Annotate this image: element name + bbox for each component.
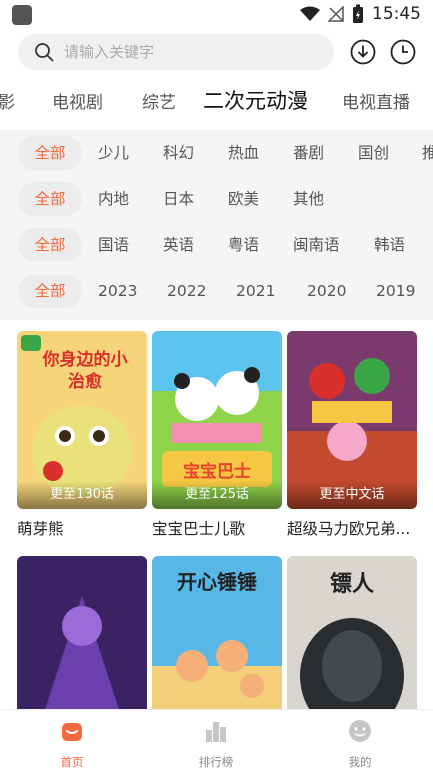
year-chip[interactable]: 2020 — [307, 274, 346, 308]
year-filter-row: 全部 2023 2022 2021 2020 2019 — [0, 274, 433, 310]
video-card[interactable] — [17, 556, 147, 710]
video-card[interactable]: 你身边的小治愈 更至130话 萌芽熊 — [17, 331, 147, 539]
wifi-icon — [300, 6, 320, 21]
poster-art-dark-fantasy — [17, 556, 147, 710]
language-chip[interactable]: 韩语 — [374, 228, 405, 262]
search-icon — [35, 43, 54, 62]
ranking-icon — [206, 722, 226, 742]
episode-caption: 更至125话 — [152, 481, 282, 509]
video-poster[interactable] — [17, 556, 147, 710]
region-chip[interactable]: 其他 — [293, 182, 324, 216]
poster-art-title: 镖人 — [329, 572, 374, 597]
category-tabs: 影 电视剧 综艺 二次元动漫 电视直播 — [0, 80, 433, 124]
genre-filter-row: 全部 少儿 科幻 热血 番剧 国创 推 — [0, 136, 433, 172]
download-icon[interactable] — [350, 39, 376, 65]
content-grid: 你身边的小治愈 更至130话 萌芽熊 宝宝巴士 更至125话 宝宝巴士儿歌 更至… — [0, 320, 433, 710]
genre-chip-all[interactable]: 全部 — [18, 136, 82, 170]
search-box[interactable] — [18, 34, 334, 70]
video-poster[interactable]: 镖人 — [287, 556, 417, 710]
nav-label: 我的 — [348, 755, 372, 769]
genre-chip[interactable]: 热血 — [228, 136, 259, 170]
poster-art-title: 宝宝巴士 — [183, 462, 251, 482]
status-indicators: 15:45 — [300, 4, 421, 24]
app-notification-icon — [12, 5, 32, 25]
home-icon — [62, 723, 82, 741]
nav-label: 排行榜 — [198, 755, 234, 769]
tab-variety[interactable]: 综艺 — [142, 88, 176, 113]
genre-chip[interactable]: 番剧 — [293, 136, 324, 170]
search-input[interactable] — [64, 34, 324, 70]
no-signal-icon — [328, 6, 344, 22]
profile-icon — [349, 720, 371, 742]
language-chip-all[interactable]: 全部 — [18, 228, 82, 262]
video-card[interactable]: 开心锤锤 — [152, 556, 282, 710]
genre-chip[interactable]: 少儿 — [98, 136, 129, 170]
card-title: 超级马力欧兄弟... — [287, 520, 411, 538]
search-row — [0, 34, 433, 70]
language-chip[interactable]: 闽南语 — [293, 228, 340, 262]
status-time: 15:45 — [372, 4, 421, 24]
language-chip[interactable]: 粤语 — [228, 228, 259, 262]
video-poster[interactable]: 你身边的小治愈 更至130话 — [17, 331, 147, 509]
poster-art-title: 开心锤锤 — [177, 570, 257, 594]
year-chip-all[interactable]: 全部 — [18, 274, 82, 308]
year-chip[interactable]: 2023 — [98, 274, 137, 308]
year-chip[interactable]: 2021 — [236, 274, 275, 308]
episode-caption: 更至130话 — [17, 481, 147, 509]
episode-caption: 更至中文话 — [287, 481, 417, 509]
region-chip[interactable]: 日本 — [163, 182, 194, 216]
tab-tv-series[interactable]: 电视剧 — [52, 88, 103, 113]
video-card[interactable]: 镖人 — [287, 556, 417, 710]
region-chip-all[interactable]: 全部 — [18, 182, 82, 216]
history-clock-icon[interactable] — [390, 39, 416, 65]
poster-art-title: 你身边的小治愈 — [42, 350, 128, 392]
genre-chip[interactable]: 推 — [422, 136, 433, 170]
nav-ranking[interactable]: 排行榜 — [176, 718, 256, 770]
battery-icon — [353, 4, 363, 23]
bottom-navigation: 首页 排行榜 我的 — [0, 709, 433, 771]
tab-anime[interactable]: 二次元动漫 — [203, 85, 308, 115]
tab-movie[interactable]: 影 — [0, 88, 15, 113]
nav-profile[interactable]: 我的 — [320, 718, 400, 770]
genre-chip[interactable]: 国创 — [358, 136, 389, 170]
card-title: 萌芽熊 — [17, 520, 64, 538]
video-card[interactable]: 更至中文话 超级马力欧兄弟... — [287, 331, 417, 539]
genre-chip[interactable]: 科幻 — [163, 136, 194, 170]
video-card[interactable]: 宝宝巴士 更至125话 宝宝巴士儿歌 — [152, 331, 282, 539]
card-title: 宝宝巴士儿歌 — [152, 520, 246, 538]
status-bar: 15:45 — [0, 0, 433, 30]
language-chip[interactable]: 英语 — [163, 228, 194, 262]
year-chip[interactable]: 2019 — [376, 274, 415, 308]
filter-panel: 全部 少儿 科幻 热血 番剧 国创 推 全部 内地 日本 欧美 其他 全部 国语… — [0, 130, 433, 320]
region-filter-row: 全部 内地 日本 欧美 其他 — [0, 182, 433, 218]
region-chip[interactable]: 内地 — [98, 182, 129, 216]
year-chip[interactable]: 2022 — [167, 274, 206, 308]
region-chip[interactable]: 欧美 — [228, 182, 259, 216]
tab-tv-live[interactable]: 电视直播 — [342, 88, 410, 113]
language-filter-row: 全部 国语 英语 粤语 闽南语 韩语 — [0, 228, 433, 264]
video-poster[interactable]: 开心锤锤 — [152, 556, 282, 710]
video-poster[interactable]: 更至中文话 — [287, 331, 417, 509]
nav-label: 首页 — [60, 755, 84, 769]
language-chip[interactable]: 国语 — [98, 228, 129, 262]
video-poster[interactable]: 宝宝巴士 更至125话 — [152, 331, 282, 509]
nav-home[interactable]: 首页 — [32, 718, 112, 770]
